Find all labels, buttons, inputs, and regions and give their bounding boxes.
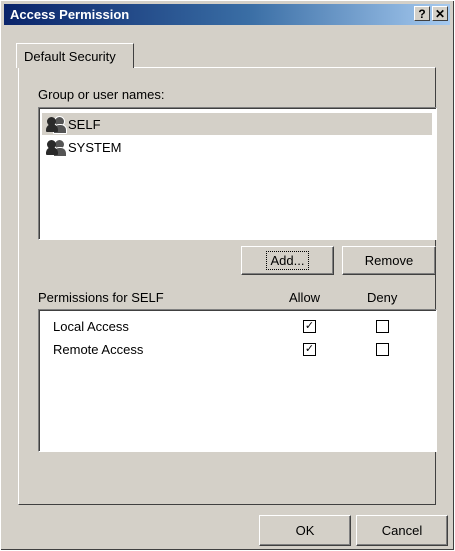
deny-checkbox-local-access[interactable] <box>376 320 389 333</box>
cancel-button[interactable]: Cancel <box>356 515 448 546</box>
help-button[interactable]: ? <box>414 6 430 21</box>
user-group-icon <box>46 115 67 134</box>
access-permission-dialog: Access Permission ? ✕ Default Security G… <box>0 0 455 551</box>
user-group-icon <box>46 138 67 157</box>
remove-button-label: Remove <box>364 253 414 268</box>
cancel-button-label: Cancel <box>381 523 423 538</box>
remove-button[interactable]: Remove <box>342 246 436 275</box>
add-button[interactable]: Add... <box>241 246 334 275</box>
permission-name: Remote Access <box>53 342 144 357</box>
group-names-label: Group or user names: <box>38 87 165 102</box>
allow-checkbox-local-access[interactable]: ✓ <box>303 320 316 333</box>
deny-header: Deny <box>367 290 398 305</box>
deny-checkbox-remote-access[interactable] <box>376 343 389 356</box>
permission-name: Local Access <box>53 319 129 334</box>
allow-checkbox-remote-access[interactable]: ✓ <box>303 343 316 356</box>
tab-label: Default Security <box>24 49 116 64</box>
permission-row-local-access: Local Access ✓ <box>53 317 433 337</box>
allow-header: Allow <box>289 290 321 305</box>
user-name: SYSTEM <box>68 139 122 155</box>
permissions-label: Permissions for SELF <box>38 290 164 305</box>
permissions-list: Local Access ✓ Remote Access ✓ <box>38 309 437 452</box>
ok-button[interactable]: OK <box>259 515 351 546</box>
title-bar[interactable]: Access Permission ? ✕ <box>4 4 450 25</box>
group-user-listbox[interactable]: SELF SYSTEM <box>38 107 437 240</box>
add-button-label: Add... <box>265 251 310 270</box>
ok-button-label: OK <box>295 523 315 538</box>
window-title: Access Permission <box>10 7 130 22</box>
user-name: SELF <box>68 116 101 132</box>
tab-default-security[interactable]: Default Security <box>16 43 134 68</box>
close-button[interactable]: ✕ <box>432 6 448 21</box>
list-item-system[interactable]: SYSTEM <box>42 136 432 158</box>
list-item-self[interactable]: SELF <box>42 113 432 135</box>
permission-row-remote-access: Remote Access ✓ <box>53 340 433 360</box>
